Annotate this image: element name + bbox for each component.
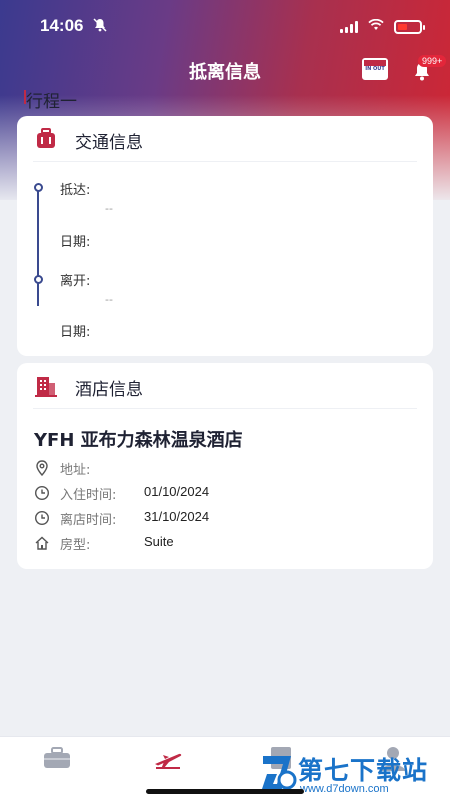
hotel-section-title: 酒店信息 [75, 380, 143, 400]
watermark-text: 第七下载站 [298, 756, 429, 785]
home-indicator [146, 789, 304, 794]
house-icon [35, 536, 49, 550]
trip-title: 行程一 [24, 87, 77, 112]
wifi-icon [368, 18, 384, 36]
checkin-value: 01/10/2024 [144, 484, 210, 499]
room-type-value: Suite [144, 534, 174, 549]
briefcase-icon[interactable] [42, 745, 72, 771]
checkin-checkout-icon[interactable]: IN OUT [362, 58, 388, 80]
nav-bar: 抵离信息 IN OUT 999+ [0, 52, 450, 88]
notification-badge: 999+ [418, 55, 447, 67]
location-pin-icon [36, 460, 48, 476]
battery-icon [394, 20, 425, 34]
clock-icon [34, 510, 50, 526]
hotel-name: YFH 亚布力森林温泉酒店 [34, 430, 243, 451]
timeline-arrive-dot [34, 183, 43, 192]
depart-value: -- [105, 293, 113, 306]
transport-section-title: 交通信息 [75, 133, 143, 153]
arrive-date-label: 日期: [60, 235, 91, 250]
hotel-building-icon [35, 377, 57, 397]
depart-date-label: 日期: [60, 325, 91, 340]
hotel-card-header: 酒店信息 [33, 373, 417, 409]
timeline-line [37, 188, 39, 306]
status-bar: 14:06 [0, 0, 450, 50]
clock-icon [34, 485, 50, 501]
checkout-label: 离店时间: [60, 513, 117, 528]
mute-icon [93, 18, 107, 35]
cellular-signal-icon [340, 21, 358, 33]
status-time: 14:06 [40, 16, 84, 35]
depart-label: 离开: [60, 274, 91, 289]
luggage-icon [37, 128, 55, 148]
checkout-value: 31/10/2024 [144, 509, 210, 524]
watermark-url: www.d7down.com [300, 783, 389, 795]
hotel-address-row: 地址: [34, 458, 414, 478]
hotel-card: 酒店信息 YFH 亚布力森林温泉酒店 地址: 入住时间: 01/10/2024 … [17, 363, 433, 569]
hotel-room-row: 房型: Suite [34, 533, 414, 553]
airplane-icon[interactable] [153, 745, 183, 771]
timeline-depart-dot [34, 275, 43, 284]
hotel-checkout-row: 离店时间: 31/10/2024 [34, 508, 414, 528]
hotel-checkin-row: 入住时间: 01/10/2024 [34, 483, 414, 503]
room-type-label: 房型: [60, 538, 91, 553]
arrive-value: -- [105, 202, 113, 215]
transport-card-header: 交通信息 [33, 126, 417, 162]
address-label: 地址: [60, 463, 91, 478]
transport-card: 交通信息 抵达: -- 日期: 离开: -- 日期: [17, 116, 433, 356]
arrive-label: 抵达: [60, 183, 91, 198]
checkin-label: 入住时间: [60, 488, 117, 503]
